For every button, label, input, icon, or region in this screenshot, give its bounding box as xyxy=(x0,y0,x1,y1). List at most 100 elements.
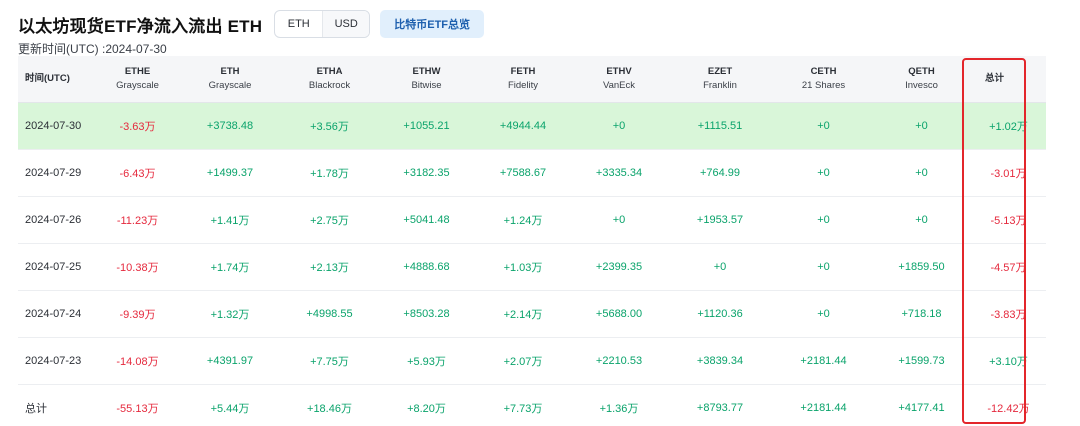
unit-toggle-usd[interactable]: USD xyxy=(322,11,370,37)
flow-value: -14.08万 xyxy=(116,356,159,368)
flow-value: +2.75万 xyxy=(310,215,349,227)
column-header: ETHE Grayscale xyxy=(94,65,181,93)
flow-value: +8793.77 xyxy=(696,402,744,414)
column-issuer: Bitwise xyxy=(411,80,442,91)
flow-value: +1120.36 xyxy=(697,308,743,320)
flow-value: +1.78万 xyxy=(310,168,349,180)
column-issuer: Invesco xyxy=(905,80,938,91)
flow-value: +2399.35 xyxy=(595,261,643,273)
column-issuer: 21 Shares xyxy=(801,80,846,91)
page-title: 以太坊现货ETF净流入流出 ETH xyxy=(18,16,263,36)
flow-value: +0 xyxy=(915,214,928,226)
column-header-total: 总计 xyxy=(985,73,1005,84)
column-header: ETHA Blackrock xyxy=(279,65,380,93)
flow-value: +764.99 xyxy=(699,167,741,179)
row-total-value: -12.42万 xyxy=(987,403,1030,415)
flow-value: -3.63万 xyxy=(119,121,156,133)
flow-value: +7588.67 xyxy=(499,167,547,179)
flow-value: +0 xyxy=(817,308,830,320)
flow-value: +0 xyxy=(915,120,928,132)
row-total-value: +3.10万 xyxy=(989,356,1028,368)
flow-value: +8503.28 xyxy=(403,308,450,320)
flow-value: +4177.41 xyxy=(898,402,945,414)
flow-value: +1859.50 xyxy=(898,261,945,273)
flow-value: +1.74万 xyxy=(210,262,250,274)
row-total-value: -3.83万 xyxy=(990,309,1027,321)
column-ticker: ETHE xyxy=(124,66,151,77)
column-issuer: Fidelity xyxy=(507,80,539,91)
table-total-row: 总计 -55.13万 +5.44万 +18.46万 +8.20万 +7.73万 +1.36万… xyxy=(18,385,1046,426)
flow-value: -10.38万 xyxy=(116,262,159,274)
flow-value: +4888.68 xyxy=(403,261,450,273)
update-time: 更新时间(UTC) :2024-07-30 xyxy=(18,42,167,56)
row-total-value: -3.01万 xyxy=(990,168,1027,180)
flow-value: +0 xyxy=(915,167,928,179)
table-row: 2024-07-24 -9.39万 +1.32万 +4998.55 +8503.28 +2… xyxy=(18,291,1046,338)
flow-value: +3839.34 xyxy=(696,355,744,367)
column-header: ETHV VanEck xyxy=(573,65,665,93)
flow-value: +5.44万 xyxy=(210,403,250,415)
flow-value: +0 xyxy=(817,167,830,179)
flow-value: +7.73万 xyxy=(503,403,543,415)
flow-value: +2.14万 xyxy=(503,309,543,321)
flow-value: +1.24万 xyxy=(503,215,543,227)
flow-value: +3182.35 xyxy=(403,167,450,179)
column-issuer: Franklin xyxy=(703,80,737,91)
flow-value: +718.18 xyxy=(901,308,942,320)
row-date: 2024-07-23 xyxy=(25,355,82,367)
column-ticker: FETH xyxy=(510,66,536,77)
row-date: 2024-07-30 xyxy=(25,120,82,132)
column-ticker: ETHV xyxy=(606,66,632,77)
flow-value: +1.41万 xyxy=(210,215,250,227)
column-issuer: VanEck xyxy=(602,80,636,91)
table-row: 2024-07-30 -3.63万 +3738.48 +3.56万 +1055.21 +4… xyxy=(18,103,1046,150)
flow-value: +1599.73 xyxy=(898,355,945,367)
flow-value: +2.13万 xyxy=(310,262,349,274)
page-header: 以太坊现货ETF净流入流出 ETH ETH USD 比特币ETF总览 xyxy=(18,9,485,39)
column-ticker: ETHW xyxy=(412,66,441,77)
total-label: 总计 xyxy=(25,403,47,415)
unit-toggle-eth[interactable]: ETH xyxy=(275,11,322,37)
flow-value: +18.46万 xyxy=(307,403,352,415)
column-ticker: EZET xyxy=(707,66,733,77)
column-issuer: Blackrock xyxy=(308,80,351,91)
column-ticker: ETHA xyxy=(316,66,343,77)
unit-toggle: ETH USD xyxy=(274,10,371,38)
flow-value: +4998.55 xyxy=(306,308,353,320)
table-body: 2024-07-30 -3.63万 +3738.48 +3.56万 +1055.21 +4… xyxy=(18,103,1046,426)
flow-value: -9.39万 xyxy=(119,309,156,321)
flow-value: +0 xyxy=(612,214,626,226)
column-header: ETHW Bitwise xyxy=(380,65,473,93)
flow-value: -6.43万 xyxy=(119,168,156,180)
flow-value: +1055.21 xyxy=(403,120,450,132)
column-ticker: CETH xyxy=(810,66,837,77)
flow-value: +1.32万 xyxy=(210,309,250,321)
table-header-row: 时间(UTC) ETHE Grayscale ETH Grayscale ETHA B… xyxy=(18,56,1046,103)
flow-value: +2210.53 xyxy=(595,355,643,367)
flow-value: +7.75万 xyxy=(310,356,349,368)
flow-value: +0 xyxy=(713,261,727,273)
flow-value: +1.36万 xyxy=(599,403,639,415)
column-ticker: ETH xyxy=(220,66,240,77)
flow-value: +2181.44 xyxy=(800,402,847,414)
flow-value: +5688.00 xyxy=(595,308,643,320)
column-header: EZET Franklin xyxy=(665,65,775,93)
flow-value: +3.56万 xyxy=(310,121,349,133)
flow-value: +5041.48 xyxy=(403,214,450,226)
flow-value: +1115.51 xyxy=(697,120,743,132)
table-row: 2024-07-29 -6.43万 +1499.37 +1.78万 +3182.35 +7… xyxy=(18,150,1046,197)
column-issuer: Grayscale xyxy=(208,80,252,91)
btc-etf-overview-button[interactable]: 比特币ETF总览 xyxy=(380,10,485,38)
row-date: 2024-07-29 xyxy=(25,167,82,179)
flow-value: +2181.44 xyxy=(800,355,847,367)
etf-flow-table: 时间(UTC) ETHE Grayscale ETH Grayscale ETHA B… xyxy=(18,56,1046,426)
row-total-value: +1.02万 xyxy=(989,121,1028,133)
column-header-date: 时间(UTC) xyxy=(25,73,70,84)
column-header: CETH 21 Shares xyxy=(775,65,872,93)
column-header: ETH Grayscale xyxy=(181,65,279,93)
flow-value: -55.13万 xyxy=(116,403,159,415)
flow-value: +0 xyxy=(817,261,830,273)
flow-value: +3335.34 xyxy=(595,167,643,179)
flow-value: +0 xyxy=(612,120,626,132)
flow-value: +0 xyxy=(817,214,830,226)
